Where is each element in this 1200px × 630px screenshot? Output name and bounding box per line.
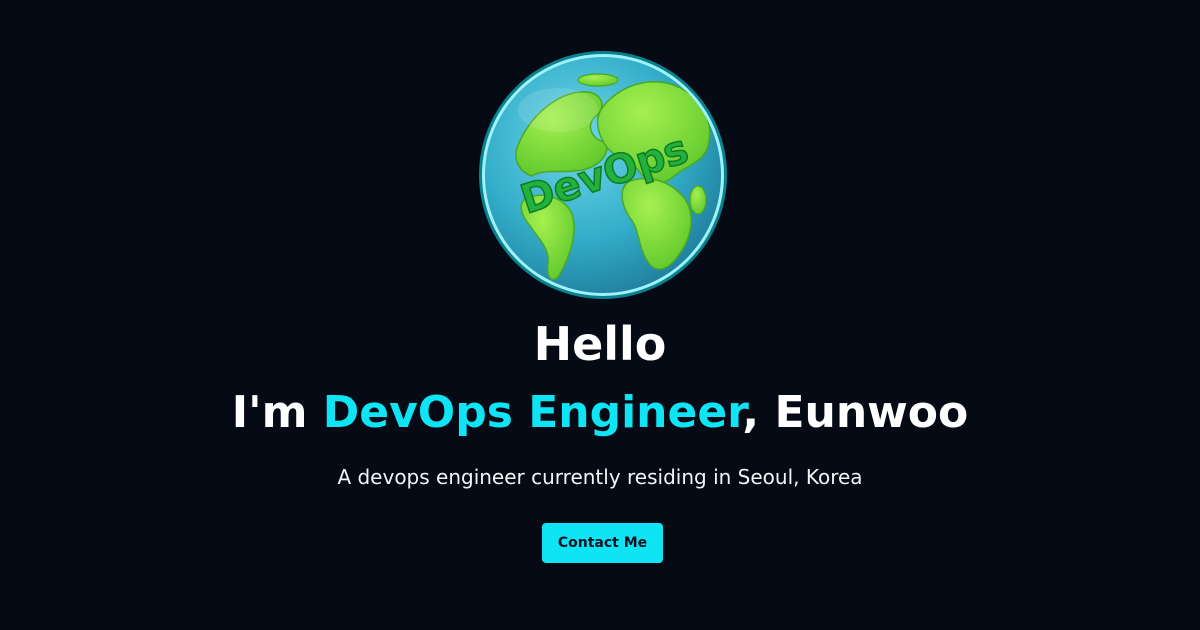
- intro-prefix: I'm: [231, 387, 323, 438]
- globe-graphic: DevOps: [479, 51, 727, 299]
- intro-heading: I'm DevOps Engineer, Eunwoo: [0, 380, 1200, 446]
- devops-globe-icon: DevOps: [478, 50, 728, 300]
- contact-me-button[interactable]: Contact Me: [542, 523, 663, 563]
- greeting-heading: Hello: [0, 312, 1200, 376]
- description-text: A devops engineer currently residing in …: [337, 465, 863, 489]
- greeting-text: Hello: [533, 317, 667, 371]
- role-highlight: DevOps Engineer: [322, 387, 743, 438]
- intro-suffix: , Eunwoo: [742, 387, 969, 438]
- hero-section: DevOps Hello I'm DevOps Engineer, Eunwoo…: [0, 0, 1200, 630]
